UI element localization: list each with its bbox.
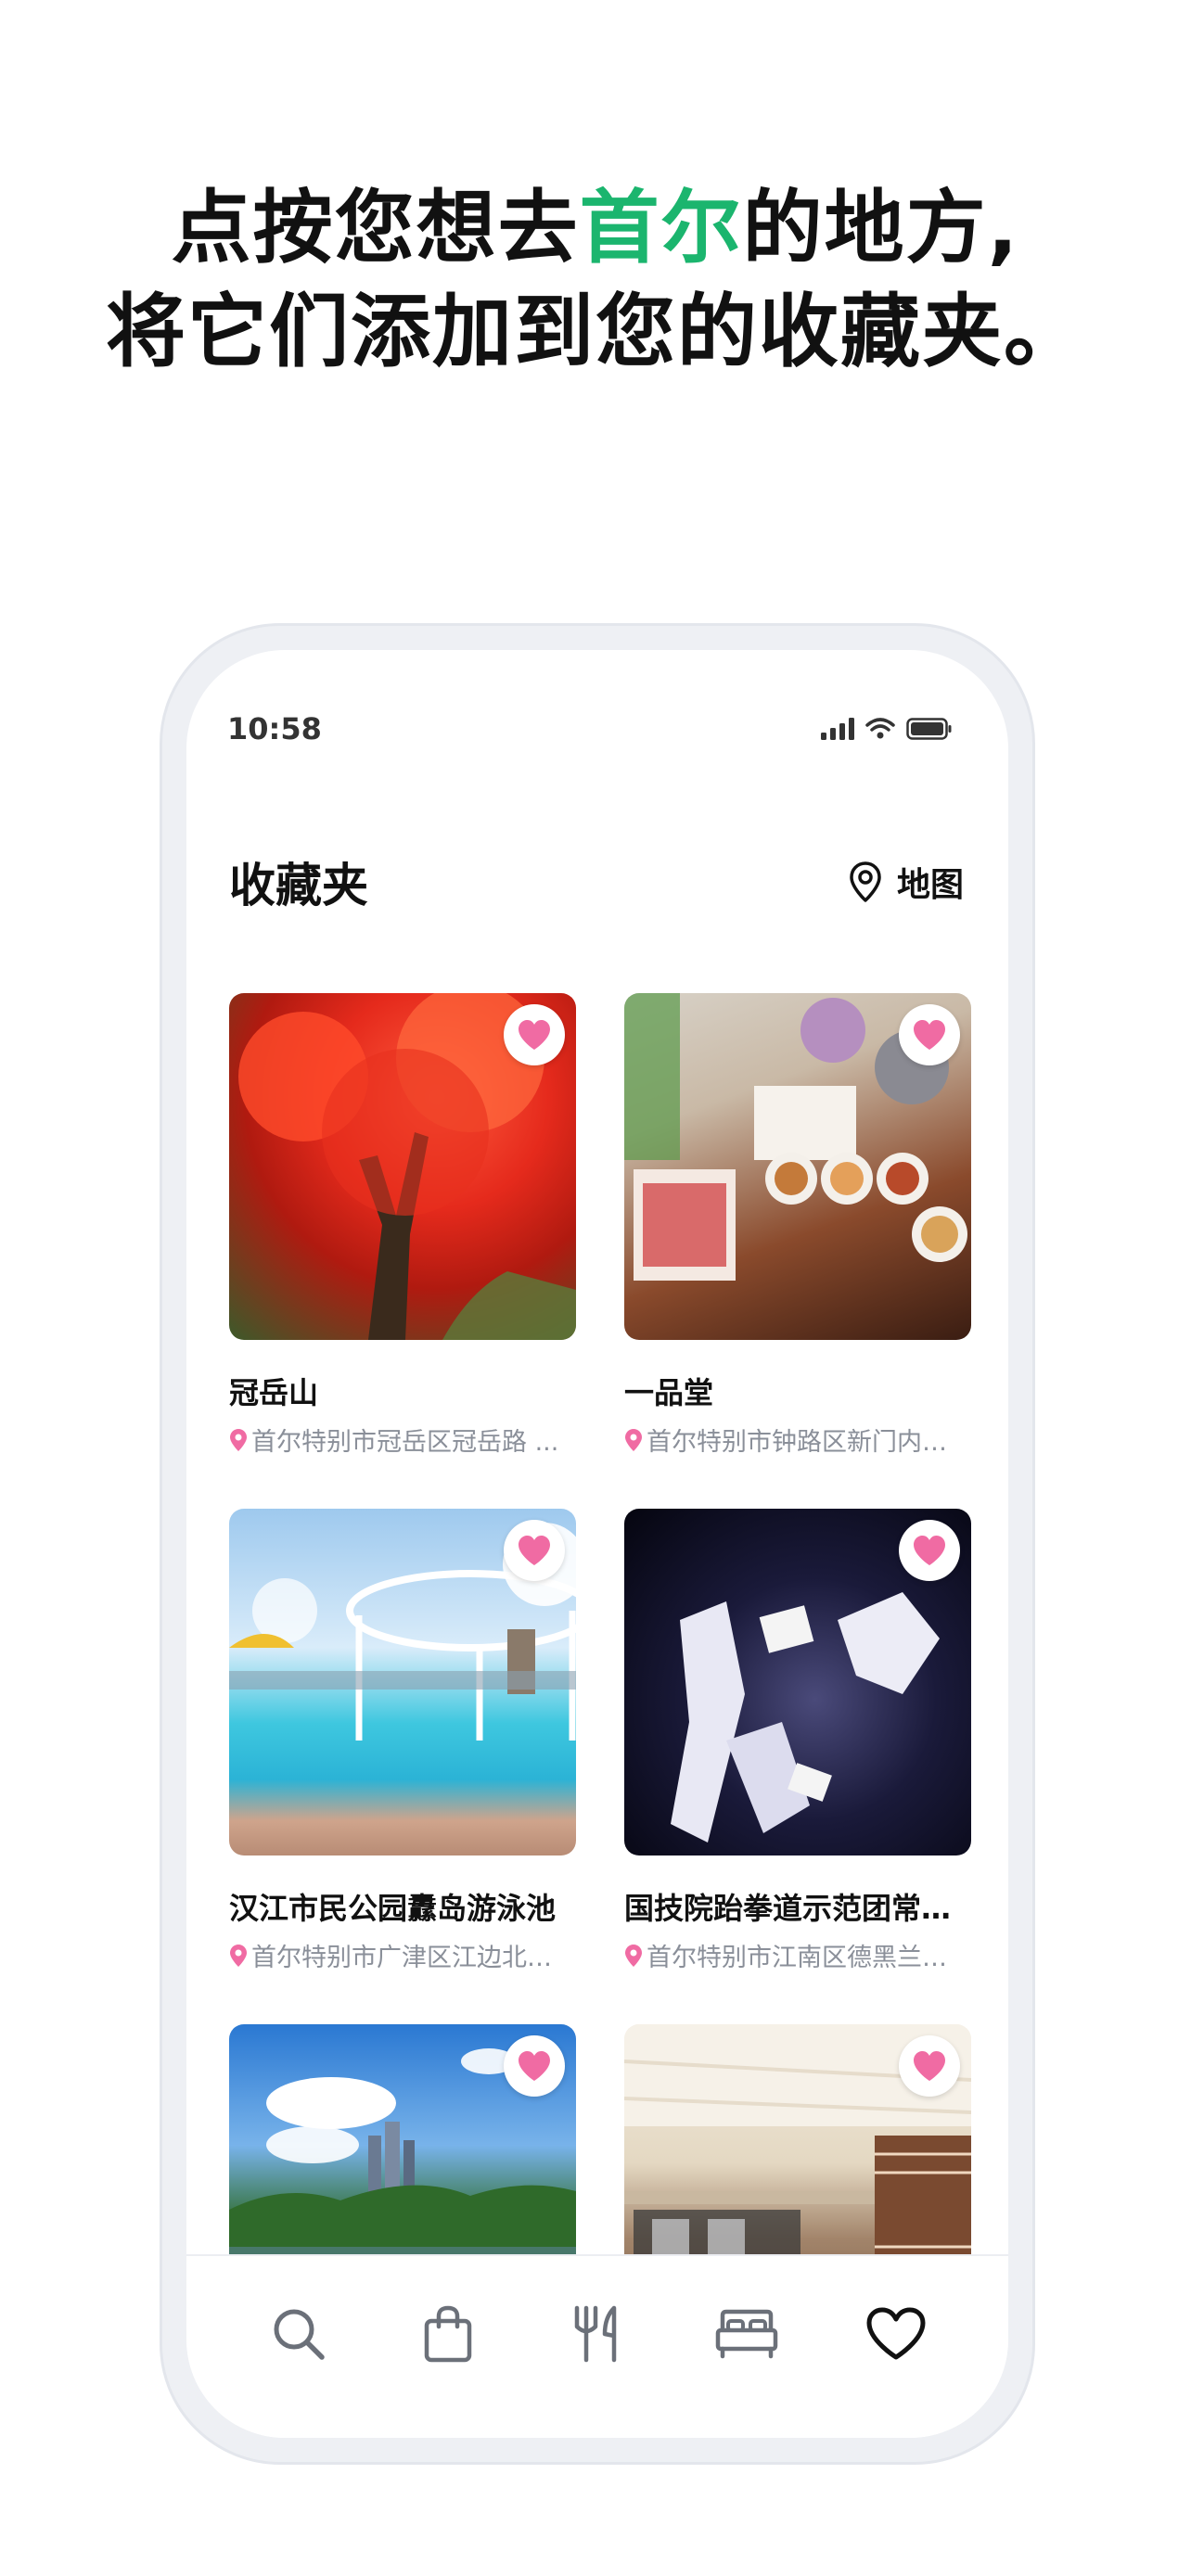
tab-shopping[interactable] — [411, 2297, 485, 2371]
phone-frame: 10:58 收藏夹 地图 冠岳山 首尔特别市冠岳区冠岳路 ... 一品堂 首尔特… — [160, 623, 1035, 2465]
shopping-bag-icon — [424, 2305, 472, 2363]
place-address: 首尔特别市广津区江边北… — [229, 1937, 576, 1973]
heart-icon — [866, 2307, 926, 2360]
place-name: 汉江市民公园纛岛游泳池 — [229, 1891, 557, 1926]
heart-filled-icon — [519, 2051, 550, 2081]
app-header: 收藏夹 地图 — [229, 845, 964, 919]
heart-filled-icon — [519, 1020, 550, 1050]
favorite-toggle[interactable] — [899, 1004, 960, 1065]
place-address: 首尔特别市钟路区新门内… — [624, 1422, 971, 1458]
favorite-card[interactable]: 国技院跆拳道示范团常… 首尔特别市江南区德黑兰… — [624, 1509, 971, 2024]
favorite-card[interactable]: 冠岳山 首尔特别市冠岳区冠岳路 ... — [229, 993, 576, 1509]
tab-lodging[interactable] — [710, 2297, 784, 2371]
place-photo — [229, 1509, 576, 1855]
headline-text: 的地方, — [742, 182, 1020, 274]
place-photo — [229, 993, 576, 1340]
status-bar: 10:58 — [227, 706, 953, 752]
location-pin-icon — [625, 1428, 642, 1451]
status-time: 10:58 — [227, 711, 322, 746]
battery-icon — [906, 718, 952, 740]
tab-favorites[interactable] — [859, 2297, 933, 2371]
promo-headline: 点按您想去首尔的地方, 将它们添加到您的收藏夹。 — [0, 176, 1191, 384]
address-text: 首尔特别市钟路区新门内… — [647, 1428, 947, 1457]
location-pin-icon — [850, 861, 881, 902]
status-icons — [821, 718, 953, 740]
map-button[interactable]: 地图 — [849, 858, 964, 906]
headline-line-1: 点按您想去首尔的地方, — [0, 176, 1191, 280]
favorite-toggle[interactable] — [504, 1004, 565, 1065]
place-name: 冠岳山 — [229, 1375, 319, 1410]
fork-knife-icon — [574, 2305, 617, 2363]
headline-highlight: 首尔 — [579, 182, 743, 274]
signal-icon — [821, 718, 854, 740]
headline-text: 点按您想去 — [171, 182, 580, 274]
place-address: 首尔特别市江南区德黑兰… — [624, 1937, 971, 1973]
place-name: 国技院跆拳道示范团常… — [624, 1891, 952, 1926]
bed-icon — [715, 2309, 778, 2359]
favorite-toggle[interactable] — [504, 2035, 565, 2097]
bottom-tab-bar — [186, 2254, 1008, 2438]
favorite-toggle[interactable] — [899, 2035, 960, 2097]
page-title: 收藏夹 — [229, 859, 368, 912]
tab-search[interactable] — [262, 2297, 336, 2371]
favorites-grid: 冠岳山 首尔特别市冠岳区冠岳路 ... 一品堂 首尔特别市钟路区新门内… 汉江市… — [229, 993, 971, 2438]
heart-filled-icon — [914, 1020, 945, 1050]
map-label: 地图 — [896, 866, 964, 904]
favorite-card[interactable]: 汉江市民公园纛岛游泳池 首尔特别市广津区江边北… — [229, 1509, 576, 2024]
location-pin-icon — [625, 1944, 642, 1967]
place-photo — [624, 1509, 971, 1855]
location-pin-icon — [230, 1428, 247, 1451]
address-text: 首尔特别市广津区江边北… — [251, 1944, 552, 1972]
heart-filled-icon — [914, 2051, 945, 2081]
address-text: 首尔特别市冠岳区冠岳路 ... — [251, 1428, 559, 1457]
favorite-toggle[interactable] — [899, 1520, 960, 1581]
favorite-card[interactable]: 一品堂 首尔特别市钟路区新门内… — [624, 993, 971, 1509]
search-icon — [274, 2309, 325, 2360]
heart-filled-icon — [914, 1536, 945, 1565]
place-name: 一品堂 — [624, 1375, 714, 1410]
headline-line-2: 将它们添加到您的收藏夹。 — [106, 286, 1085, 378]
place-photo — [624, 993, 971, 1340]
tab-dining[interactable] — [560, 2297, 634, 2371]
place-address: 首尔特别市冠岳区冠岳路 ... — [229, 1422, 576, 1458]
favorite-toggle[interactable] — [504, 1520, 565, 1581]
phone-screen: 10:58 收藏夹 地图 冠岳山 首尔特别市冠岳区冠岳路 ... 一品堂 首尔特… — [186, 650, 1008, 2438]
address-text: 首尔特别市江南区德黑兰… — [647, 1944, 947, 1972]
heart-filled-icon — [519, 1536, 550, 1565]
wifi-icon — [865, 718, 895, 739]
location-pin-icon — [230, 1944, 247, 1967]
